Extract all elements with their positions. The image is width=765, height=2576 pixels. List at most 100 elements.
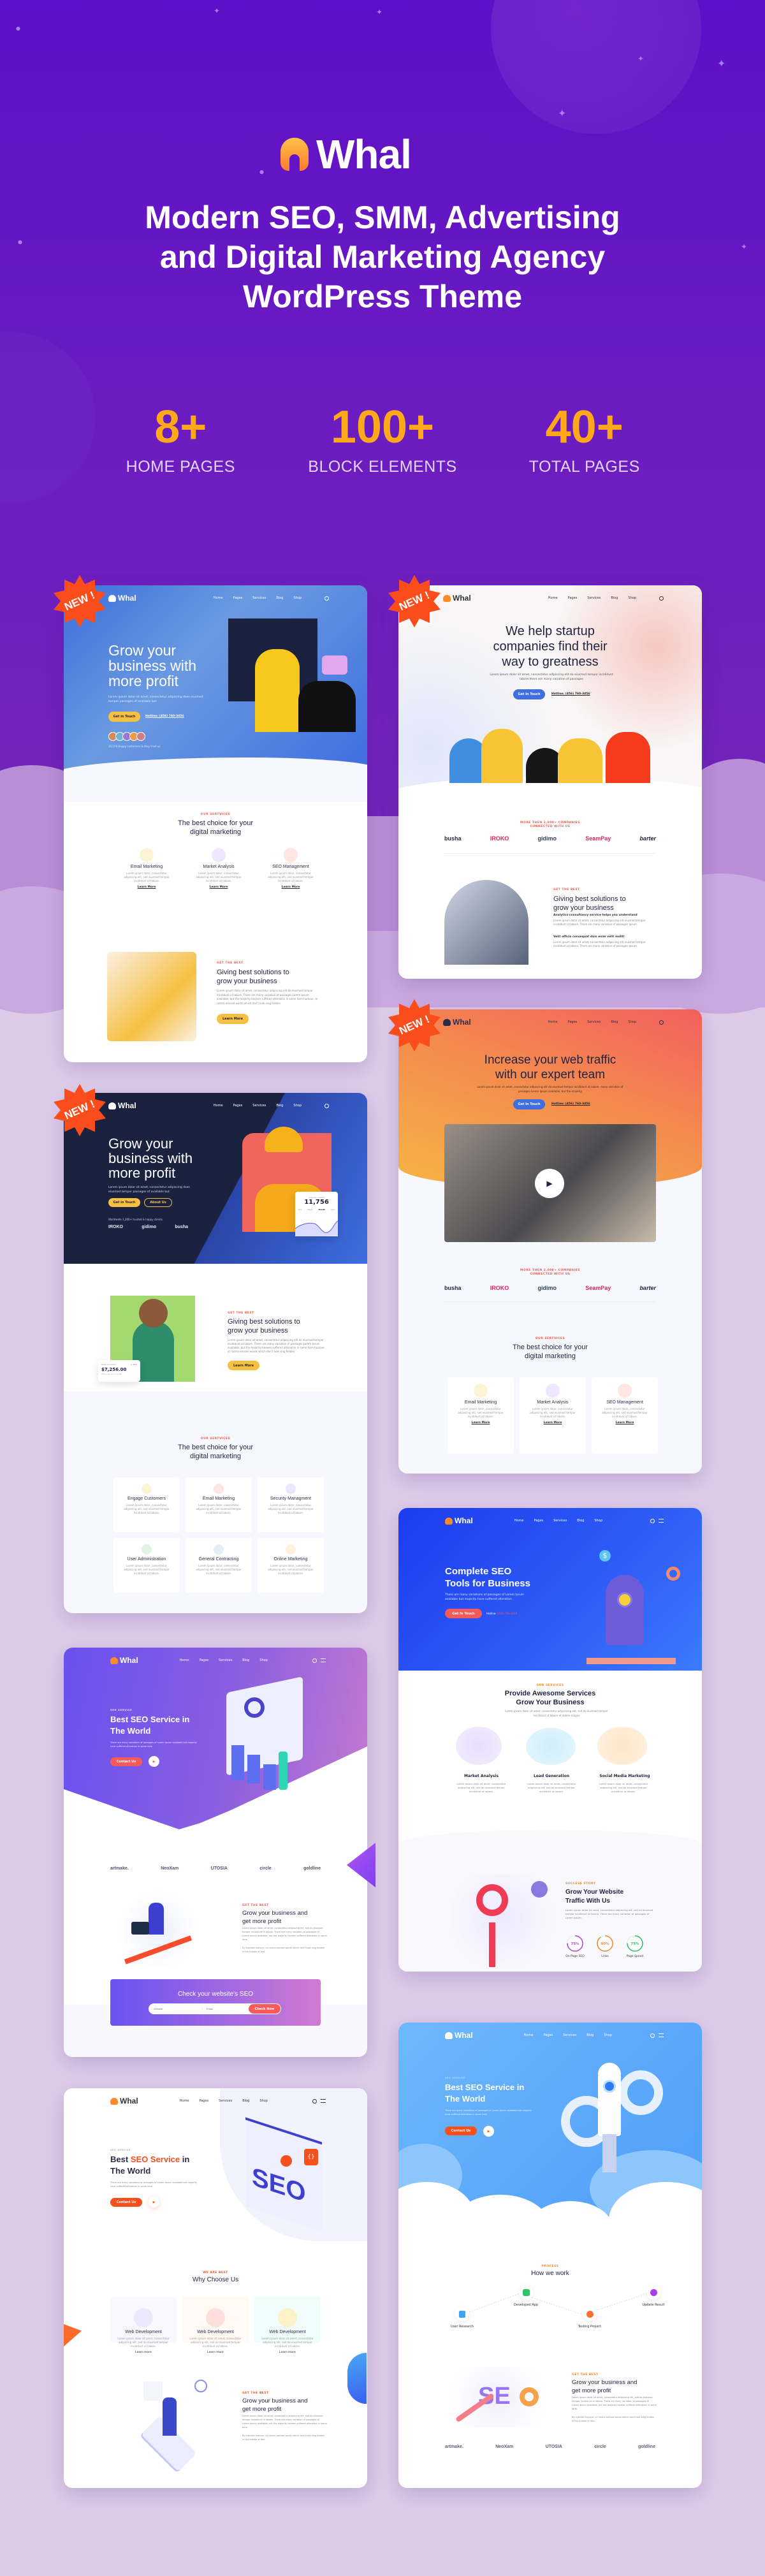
nav-link-home[interactable]: Home — [214, 596, 223, 600]
tab-week[interactable]: Week — [307, 1208, 312, 1211]
nav-link-pages[interactable]: Pages — [543, 2033, 553, 2037]
nav-brand[interactable]: Whal — [108, 594, 136, 603]
demo-card-3[interactable]: Whal Home Pages Services Blog Shop Grow … — [64, 1093, 367, 1613]
service-card[interactable]: Email Marketing Lorem ipsum dolor, consec… — [186, 1477, 252, 1532]
learn-more-link[interactable]: Learn more — [182, 2351, 249, 2354]
nav-link-shop[interactable]: Shop — [293, 1104, 302, 1108]
service-card[interactable]: Market Analysis Lorem ipsum dolor, conse… — [186, 842, 252, 918]
service-card[interactable]: Security Managment Lorem ipsum dolor, con… — [258, 1477, 324, 1532]
service-card[interactable]: SEO Management Lorem ipsum dolor, consec… — [258, 842, 324, 918]
tab-month[interactable]: Month — [318, 1208, 325, 1211]
nav-link-shop[interactable]: Shop — [259, 1658, 268, 1662]
nav-link-pages[interactable]: Pages — [233, 596, 243, 600]
nav-link-pages[interactable]: Pages — [568, 596, 578, 600]
play-video-button[interactable]: ▶ — [149, 1756, 159, 1767]
service-card[interactable]: Online Marketing Lorem ipsum dolor, conse… — [258, 1538, 324, 1593]
tab-year[interactable]: Year — [331, 1208, 335, 1211]
nav-link-services[interactable]: Services — [219, 1658, 232, 1662]
nav-link-pages[interactable]: Pages — [233, 1104, 243, 1108]
nav-link-services[interactable]: Services — [587, 1020, 601, 1024]
nav-link-shop[interactable]: Shop — [259, 2099, 268, 2103]
nav-link-shop[interactable]: Shop — [604, 2033, 612, 2037]
contact-us-button[interactable]: Contact Us — [110, 1757, 142, 1766]
nav-link-blog[interactable]: Blog — [276, 596, 283, 600]
nav-brand[interactable]: Whal — [445, 2031, 473, 2040]
email-input[interactable] — [202, 2007, 247, 2010]
nav-link-services[interactable]: Services — [252, 596, 266, 600]
hamburger-menu-icon[interactable] — [659, 2033, 664, 2037]
nav-link-blog[interactable]: Blog — [276, 1104, 283, 1108]
learn-more-link[interactable]: Learn More — [592, 1421, 658, 1424]
nav-link-services[interactable]: Services — [252, 1104, 266, 1108]
service-card[interactable]: Market Analysis Lorem ipsum dolor, conse… — [520, 1377, 586, 1454]
hotline-link[interactable]: Hotline: (456) 760-3456 — [551, 692, 590, 696]
demo-card-1[interactable]: Whal Home Pages Services Blog Shop Grow … — [64, 585, 367, 1062]
nav-link-home[interactable]: Home — [524, 2033, 534, 2037]
check-now-button[interactable]: Check Now — [249, 2004, 280, 2014]
search-icon[interactable] — [324, 596, 329, 601]
hotline-link[interactable]: Hotline: (456) 760-3456 — [145, 715, 184, 718]
nav-brand[interactable]: Whal — [110, 2097, 138, 2105]
nav-link-home[interactable]: Home — [548, 1020, 558, 1024]
nav-link-blog[interactable]: Blog — [242, 2099, 249, 2103]
nav-link-home[interactable]: Home — [180, 2099, 189, 2103]
nav-link-pages[interactable]: Pages — [199, 1658, 208, 1662]
hamburger-menu-icon[interactable] — [321, 1658, 326, 1662]
search-icon[interactable] — [312, 2098, 317, 2104]
demo-card-2[interactable]: Whal Home Pages Services Blog Shop We he… — [398, 585, 702, 979]
get-in-touch-button[interactable]: Get In Touch — [445, 1609, 482, 1618]
feature-card[interactable]: Web Development Lorem ipsum dolor sit am… — [110, 2297, 177, 2354]
tab-day[interactable]: Day — [298, 1208, 302, 1211]
nav-brand[interactable]: Whal — [110, 1656, 138, 1665]
learn-more-link[interactable]: Learn More — [258, 886, 324, 889]
demo-card-7[interactable]: Whal Home Pages Services Blog Shop SEO S… — [64, 2088, 367, 2488]
nav-link-home[interactable]: Home — [548, 596, 558, 600]
search-icon[interactable] — [659, 1020, 664, 1025]
search-icon[interactable] — [324, 1103, 329, 1108]
nav-brand[interactable]: Whal — [443, 1018, 471, 1027]
nav-link-services[interactable]: Services — [219, 2099, 232, 2103]
nav-link-home[interactable]: Home — [214, 1104, 223, 1108]
nav-link-shop[interactable]: Shop — [293, 596, 302, 600]
demo-card-4[interactable]: Whal Home Pages Services Blog Shop Incre… — [398, 1009, 702, 1474]
learn-more-button[interactable]: Learn More — [228, 1361, 259, 1370]
nav-brand[interactable]: Whal — [108, 1101, 136, 1110]
contact-us-button[interactable]: Contact Us — [110, 2198, 142, 2207]
search-icon[interactable] — [312, 1658, 317, 1663]
learn-more-link[interactable]: Learn more — [110, 2351, 177, 2354]
nav-link-pages[interactable]: Pages — [568, 1020, 578, 1024]
feature-card[interactable]: Web Development Lorem ipsum dolor sit am… — [182, 2297, 249, 2354]
search-icon[interactable] — [659, 596, 664, 601]
contact-us-button[interactable]: Contact Us — [445, 2126, 477, 2135]
search-icon[interactable] — [650, 2033, 655, 2038]
learn-more-button[interactable]: Learn More — [217, 1014, 249, 1024]
nav-link-pages[interactable]: Pages — [534, 1519, 543, 1523]
nav-link-shop[interactable]: Shop — [628, 596, 636, 600]
service-card[interactable]: SEO Management Lorem ipsum dolor, consec… — [592, 1377, 658, 1454]
play-video-button[interactable]: ▶ — [535, 1169, 564, 1198]
learn-more-link[interactable]: Learn More — [113, 886, 180, 889]
learn-more-link[interactable]: Learn More — [520, 1421, 586, 1424]
play-video-button[interactable]: ▶ — [483, 2126, 494, 2137]
nav-link-blog[interactable]: Blog — [611, 596, 618, 600]
service-card[interactable]: General Contracting Lorem ipsum dolor, co… — [186, 1538, 252, 1593]
hamburger-menu-icon[interactable] — [659, 1519, 664, 1523]
get-in-touch-button[interactable]: Get In Touch — [513, 689, 545, 699]
learn-more-link[interactable]: Learn More — [448, 1421, 514, 1424]
nav-link-services[interactable]: Services — [553, 1519, 567, 1523]
hotline[interactable]: Hotline: (456) 760-3456 — [486, 1612, 517, 1615]
learn-more-link[interactable]: Learn more — [254, 2351, 321, 2354]
nav-link-home[interactable]: Home — [514, 1519, 524, 1523]
website-input[interactable] — [154, 2007, 202, 2010]
nav-link-services[interactable]: Services — [587, 596, 601, 600]
demo-card-6[interactable]: Whal Home Pages Services Blog Shop SEO S… — [64, 1648, 367, 2057]
nav-link-blog[interactable]: Blog — [611, 1020, 618, 1024]
nav-link-shop[interactable]: Shop — [594, 1519, 602, 1523]
nav-link-blog[interactable]: Blog — [242, 1658, 249, 1662]
nav-link-home[interactable]: Home — [180, 1658, 189, 1662]
nav-link-shop[interactable]: Shop — [628, 1020, 636, 1024]
nav-brand[interactable]: Whal — [445, 1516, 473, 1525]
learn-more-link[interactable]: Learn More — [186, 886, 252, 889]
get-in-touch-button[interactable]: Get In Touch — [513, 1099, 545, 1109]
nav-link-pages[interactable]: Pages — [199, 2099, 208, 2103]
